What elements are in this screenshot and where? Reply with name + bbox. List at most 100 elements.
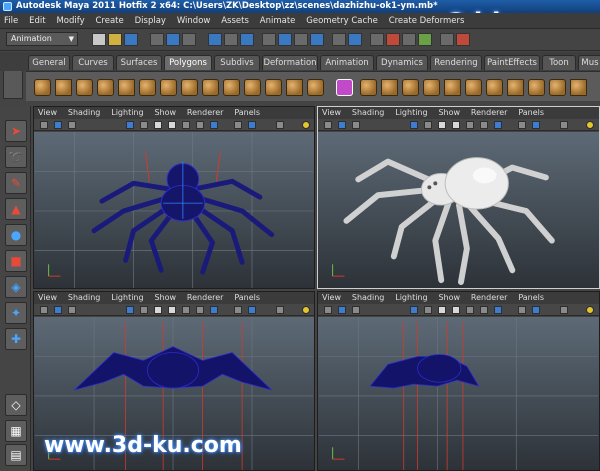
poly-cylinder-icon[interactable] [76, 79, 93, 96]
open-scene-icon[interactable] [108, 33, 122, 46]
history-icon[interactable] [332, 33, 346, 46]
menu-display[interactable]: Display [131, 13, 170, 28]
xray-icon[interactable] [248, 121, 256, 129]
wireframe-on-shaded-icon[interactable] [182, 121, 190, 129]
viewport-top-left[interactable]: View Shading Lighting Show Renderer Pane… [33, 106, 315, 289]
isolate-select-icon[interactable] [560, 121, 568, 129]
default-light-icon[interactable] [302, 306, 310, 314]
textured-icon[interactable] [480, 121, 488, 129]
smooth-shade-icon[interactable] [452, 306, 460, 314]
magnet-icon[interactable] [456, 33, 470, 46]
poly-pipe-icon[interactable] [202, 79, 219, 96]
menu-edit[interactable]: Edit [25, 13, 49, 28]
image-plane-icon[interactable] [68, 121, 76, 129]
smooth-shade-icon[interactable] [168, 306, 176, 314]
menu-create-deformers[interactable]: Create Deformers [385, 13, 469, 28]
poly-prism-icon[interactable] [160, 79, 177, 96]
image-plane-icon[interactable] [352, 306, 360, 314]
wireframe-icon[interactable] [154, 306, 162, 314]
poly-cone-icon[interactable] [97, 79, 114, 96]
tab-surfaces[interactable]: Surfaces [116, 55, 162, 70]
default-light-icon[interactable] [302, 121, 310, 129]
textured-icon[interactable] [196, 306, 204, 314]
use-lights-icon[interactable] [494, 306, 502, 314]
poly-soccer-ball-icon[interactable] [244, 79, 261, 96]
viewport-menu-show[interactable]: Show [434, 292, 464, 304]
bookmark-icon[interactable] [54, 306, 62, 314]
tab-muscle[interactable]: Mus [578, 55, 600, 70]
tab-rendering[interactable]: Rendering [430, 55, 482, 70]
bookmark-icon[interactable] [54, 121, 62, 129]
xray-icon[interactable] [532, 121, 540, 129]
select-handles-icon[interactable] [208, 33, 222, 46]
render-view-icon[interactable] [370, 33, 384, 46]
tab-curves[interactable]: Curves [72, 55, 114, 70]
construction-history-icon[interactable] [348, 33, 362, 46]
selected-tool-icon[interactable] [336, 79, 353, 96]
soft-modification-tool[interactable]: ✦ [5, 302, 27, 324]
show-manipulator-tool[interactable]: ✚ [5, 328, 27, 350]
uv-editor-icon[interactable] [549, 79, 566, 96]
default-light-icon[interactable] [586, 306, 594, 314]
wireframe-icon[interactable] [438, 306, 446, 314]
separate-icon[interactable] [307, 79, 324, 96]
bookmark-icon[interactable] [338, 306, 346, 314]
viewport-menu-renderer[interactable]: Renderer [467, 292, 512, 304]
menu-animate[interactable]: Animate [256, 13, 300, 28]
extrude-icon[interactable] [381, 79, 398, 96]
poly-platonic-icon[interactable] [265, 79, 282, 96]
poly-torus-icon[interactable] [139, 79, 156, 96]
viewport-menu-lighting[interactable]: Lighting [391, 107, 431, 119]
scale-tool[interactable]: ■ [5, 250, 27, 272]
viewport-bottom-right[interactable]: View Shading Lighting Show Renderer Pane… [317, 291, 600, 471]
bridge-icon[interactable] [402, 79, 419, 96]
poly-sphere-icon[interactable] [34, 79, 51, 96]
snap-curve-icon[interactable] [278, 33, 292, 46]
poly-helix-icon[interactable] [223, 79, 240, 96]
move-tool[interactable]: ▲ [5, 198, 27, 220]
viewport-menu-view[interactable]: View [34, 107, 61, 119]
offset-edge-loop-icon[interactable] [486, 79, 503, 96]
isolate-select-icon[interactable] [560, 306, 568, 314]
snap-point-icon[interactable] [294, 33, 308, 46]
xray-icon[interactable] [248, 306, 256, 314]
grid-icon[interactable] [410, 306, 418, 314]
film-gate-icon[interactable] [424, 121, 432, 129]
viewport-menu-lighting[interactable]: Lighting [391, 292, 431, 304]
wireframe-on-shaded-icon[interactable] [466, 306, 474, 314]
xray-icon[interactable] [532, 306, 540, 314]
render-current-icon[interactable] [386, 33, 400, 46]
wireframe-icon[interactable] [154, 121, 162, 129]
menu-create[interactable]: Create [92, 13, 128, 28]
combine-icon[interactable] [286, 79, 303, 96]
default-light-icon[interactable] [586, 121, 594, 129]
menu-file[interactable]: File [0, 13, 22, 28]
use-lights-icon[interactable] [210, 306, 218, 314]
poly-cube-icon[interactable] [55, 79, 72, 96]
viewport-menu-panels[interactable]: Panels [230, 107, 264, 119]
tab-painteffects[interactable]: PaintEffects [484, 55, 540, 70]
menu-modify[interactable]: Modify [52, 13, 88, 28]
save-scene-icon[interactable] [124, 33, 138, 46]
append-polygon-icon[interactable] [423, 79, 440, 96]
viewport-menu-shading[interactable]: Shading [64, 107, 105, 119]
viewport-menu-show[interactable]: Show [150, 107, 180, 119]
camera-attributes-icon[interactable] [40, 121, 48, 129]
tab-subdivs[interactable]: Subdivs [214, 55, 260, 70]
shadows-icon[interactable] [518, 121, 526, 129]
viewport-menu-panels[interactable]: Panels [230, 292, 264, 304]
viewport-menu-show[interactable]: Show [150, 292, 180, 304]
use-lights-icon[interactable] [210, 121, 218, 129]
persp-outliner-layout[interactable]: ▤ [5, 444, 27, 466]
viewport-menu-view[interactable]: View [34, 292, 61, 304]
poly-plane-icon[interactable] [118, 79, 135, 96]
camera-attributes-icon[interactable] [324, 306, 332, 314]
viewport-menu-show[interactable]: Show [434, 107, 464, 119]
image-plane-icon[interactable] [352, 121, 360, 129]
split-polygon-icon[interactable] [444, 79, 461, 96]
film-gate-icon[interactable] [140, 121, 148, 129]
planar-mapping-icon[interactable] [570, 79, 587, 96]
grid-icon[interactable] [126, 121, 134, 129]
shadows-icon[interactable] [234, 306, 242, 314]
tab-animation[interactable]: Animation [320, 55, 374, 70]
